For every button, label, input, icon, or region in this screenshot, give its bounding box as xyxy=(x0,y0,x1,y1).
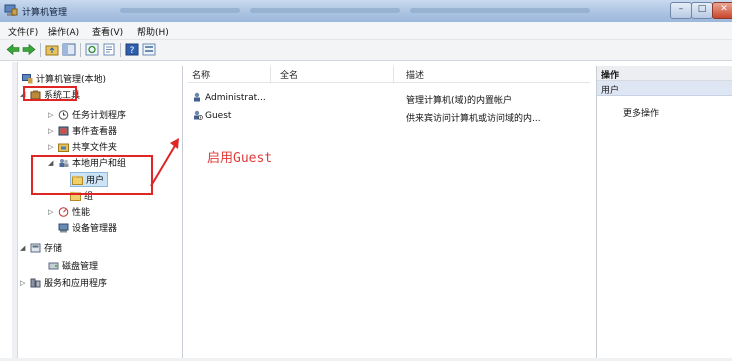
annotation-arrow xyxy=(150,138,179,187)
